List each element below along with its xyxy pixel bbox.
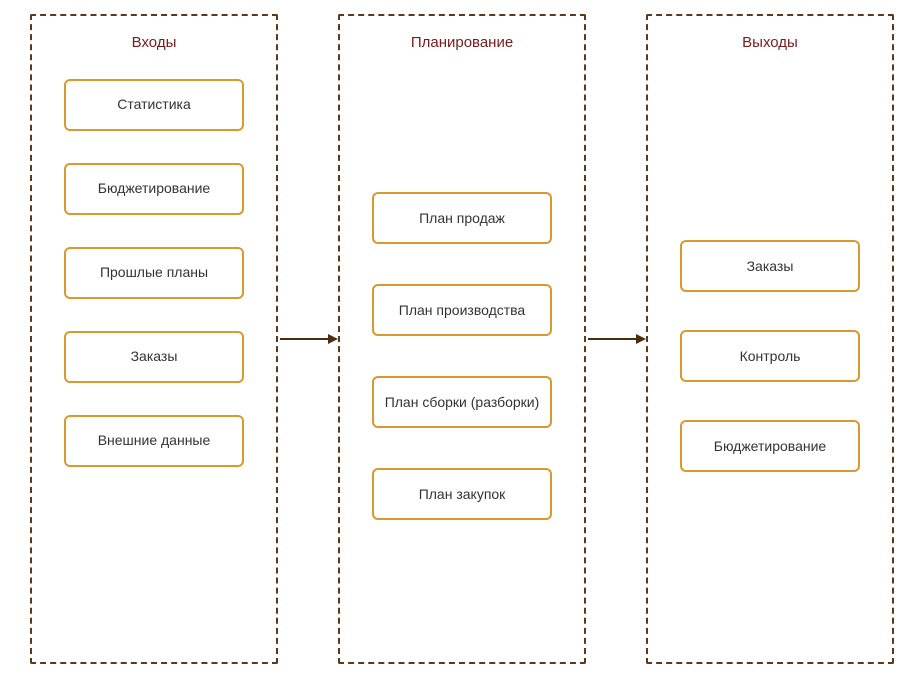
column-inputs: Входы Статистика Бюджетирование Прошлые … bbox=[30, 14, 278, 664]
arrow-right-icon bbox=[278, 329, 338, 349]
node-assembly-plan: План сборки (разборки) bbox=[372, 376, 552, 428]
node-control: Контроль bbox=[680, 330, 860, 382]
node-budgeting-out: Бюджетирование bbox=[680, 420, 860, 472]
arrow-inputs-to-planning bbox=[278, 329, 338, 349]
column-outputs: Выходы Заказы Контроль Бюджетирование bbox=[646, 14, 894, 664]
arrow-right-icon bbox=[586, 329, 646, 349]
node-past-plans: Прошлые планы bbox=[64, 247, 244, 299]
outputs-items: Заказы Контроль Бюджетирование bbox=[672, 79, 868, 634]
column-planning: Планирование План продаж План производст… bbox=[338, 14, 586, 664]
node-external-data: Внешние данные bbox=[64, 415, 244, 467]
node-orders-out: Заказы bbox=[680, 240, 860, 292]
column-title-inputs: Входы bbox=[132, 34, 177, 51]
planning-items: План продаж План производства План сборк… bbox=[364, 79, 560, 634]
node-statistics: Статистика bbox=[64, 79, 244, 131]
column-title-outputs: Выходы bbox=[742, 34, 798, 51]
node-orders-in: Заказы bbox=[64, 331, 244, 383]
arrow-planning-to-outputs bbox=[586, 329, 646, 349]
column-title-planning: Планирование bbox=[411, 34, 513, 51]
node-sales-plan: План продаж bbox=[372, 192, 552, 244]
planning-diagram: Входы Статистика Бюджетирование Прошлые … bbox=[0, 0, 924, 677]
node-production-plan: План производства bbox=[372, 284, 552, 336]
node-procurement-plan: План закупок bbox=[372, 468, 552, 520]
node-budgeting-in: Бюджетирование bbox=[64, 163, 244, 215]
inputs-items: Статистика Бюджетирование Прошлые планы … bbox=[56, 79, 252, 634]
